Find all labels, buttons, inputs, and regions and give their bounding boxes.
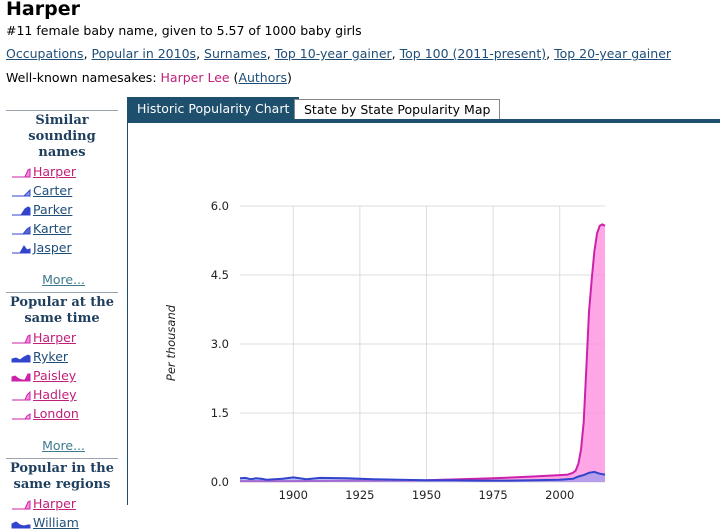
x-tick-label: 1900: [279, 488, 308, 502]
y-axis-label: Per thousand: [164, 304, 178, 381]
more-popular-link[interactable]: More...: [42, 438, 85, 453]
tag-link-top-100[interactable]: Top 100 (2011-present): [400, 46, 547, 61]
male-trend-icon: [12, 244, 31, 253]
list-item[interactable]: Parker: [6, 200, 118, 219]
y-tick-label: 0.0: [211, 475, 229, 489]
female-trend-icon: [12, 333, 31, 343]
male-trend-icon: [12, 205, 31, 215]
male-trend-icon: [11, 520, 31, 528]
chart-series: [239, 223, 606, 483]
list-item[interactable]: Hadley: [6, 385, 118, 404]
name-link[interactable]: Parker: [33, 202, 72, 217]
popularity-chart: 0.0 1.5 3.0 4.5 6.0 1900 1925 1950 1975 2000 Per…: [164, 199, 606, 502]
y-axis-ticks: 0.0 1.5 3.0 4.5 6.0: [211, 199, 229, 489]
female-area: [240, 224, 605, 482]
list-item[interactable]: Harper: [6, 328, 118, 347]
x-tick-label: 1975: [478, 488, 507, 502]
section-heading: Similar sounding names: [28, 113, 96, 160]
female-trend-icon: [12, 390, 31, 400]
y-tick-label: 4.5: [211, 268, 229, 282]
section-heading: Popular in the same regions: [9, 461, 115, 492]
y-tick-label: 3.0: [211, 337, 229, 351]
sidebar: Similar sounding names Harper Carter Par…: [6, 110, 118, 532]
name-link[interactable]: Jasper: [33, 240, 72, 255]
name-link[interactable]: Karter: [33, 221, 72, 236]
namesake-category-link[interactable]: Authors: [238, 70, 287, 85]
female-trend-icon: [11, 373, 31, 381]
list-item[interactable]: Harper: [6, 162, 118, 181]
x-tick-label: 1950: [412, 488, 441, 502]
popular-same-time-section: Popular at the same time Harper Ryker Pa…: [6, 292, 118, 456]
name-link[interactable]: William: [33, 515, 79, 530]
list-item[interactable]: Ryker: [6, 347, 118, 366]
female-line: [240, 223, 606, 483]
chart-grid: [240, 205, 605, 483]
list-item[interactable]: Jasper: [6, 238, 118, 257]
namesake-name: Harper Lee: [160, 70, 230, 85]
tag-link-popular-2010s[interactable]: Popular in 2010s: [92, 46, 197, 61]
more-similar-link[interactable]: More...: [42, 272, 85, 287]
popular-same-regions-section: Popular in the same regions Harper Willi…: [6, 458, 118, 532]
name-link[interactable]: Harper: [33, 330, 76, 345]
namesakes-label: Well-known namesakes:: [6, 70, 157, 85]
y-tick-label: 6.0: [211, 199, 229, 213]
name-link[interactable]: Hadley: [33, 387, 77, 402]
list-item[interactable]: Paisley: [6, 366, 118, 385]
x-tick-label: 2000: [545, 488, 574, 502]
namesakes-line: Well-known namesakes: Harper Lee (Author…: [6, 70, 292, 85]
name-link[interactable]: Carter: [33, 183, 72, 198]
tag-link-surnames[interactable]: Surnames: [204, 46, 267, 61]
list-item[interactable]: Harper: [6, 494, 118, 513]
list-item[interactable]: Carter: [6, 181, 118, 200]
name-link[interactable]: Harper: [33, 496, 76, 511]
name-link[interactable]: Ryker: [33, 349, 68, 364]
male-trend-icon: [11, 353, 31, 362]
tag-link-top-20-year-gainer[interactable]: Top 20-year gainer: [554, 46, 671, 61]
name-link[interactable]: London: [33, 406, 79, 421]
name-rank-summary: #11 female baby name, given to 5.57 of 1…: [6, 23, 362, 38]
tab-state-popularity-map[interactable]: State by State Popularity Map: [294, 99, 501, 119]
page-title: Harper: [6, 0, 80, 20]
list-item[interactable]: Karter: [6, 219, 118, 238]
tag-link-occupations[interactable]: Occupations: [6, 46, 84, 61]
name-link[interactable]: Paisley: [33, 368, 76, 383]
list-item[interactable]: William: [6, 513, 118, 532]
name-link[interactable]: Harper: [33, 164, 76, 179]
list-item[interactable]: London: [6, 404, 118, 423]
category-links: Occupations, Popular in 2010s, Surnames,…: [6, 46, 672, 61]
male-trend-icon: [12, 225, 31, 234]
tab-historic-popularity[interactable]: Historic Popularity Chart: [127, 97, 300, 120]
y-tick-label: 1.5: [211, 406, 229, 420]
x-tick-label: 1925: [345, 488, 374, 502]
x-axis-ticks: 1900 1925 1950 1975 2000: [279, 488, 575, 502]
tag-link-top-10-year-gainer[interactable]: Top 10-year gainer: [275, 46, 392, 61]
female-trend-icon: [12, 167, 31, 177]
male-trend-icon: [12, 188, 31, 196]
chart-tabs: Historic Popularity Chart State by State…: [127, 97, 720, 123]
female-trend-icon: [12, 412, 31, 419]
section-heading: Popular at the same time: [9, 295, 115, 326]
similar-sounding-section: Similar sounding names Harper Carter Par…: [6, 110, 118, 290]
